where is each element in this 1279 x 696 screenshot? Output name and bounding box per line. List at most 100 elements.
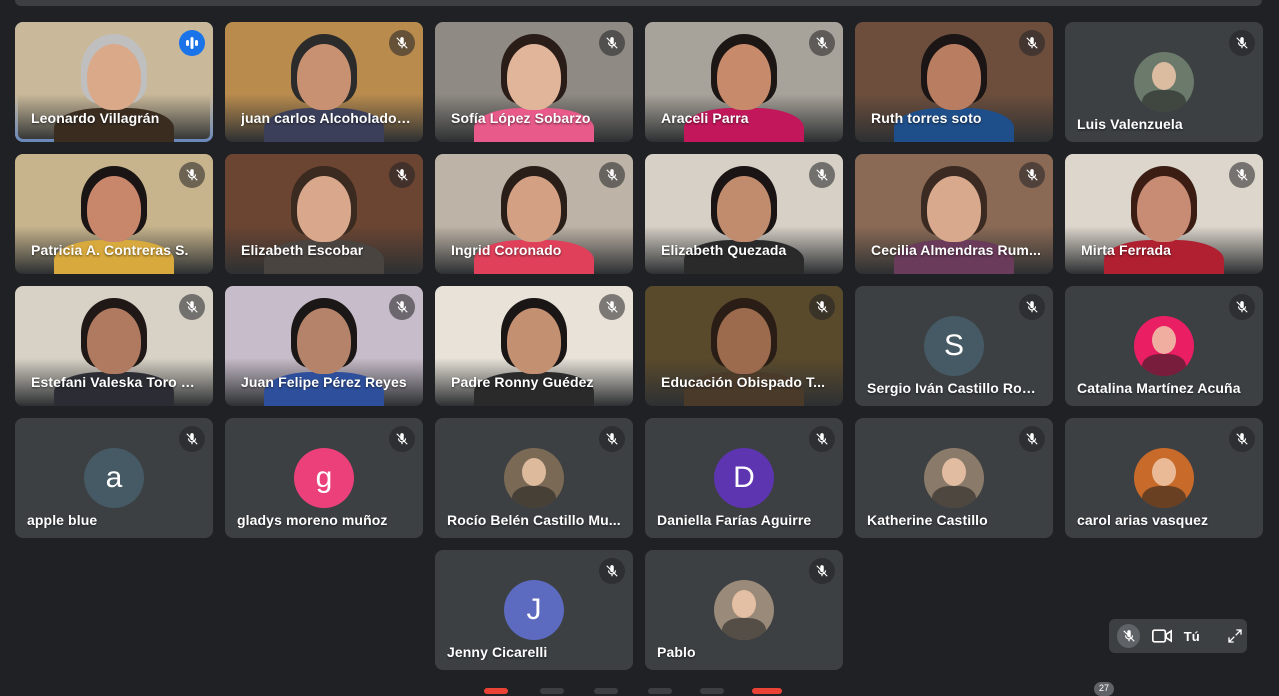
- avatar-photo: [714, 580, 774, 640]
- participant-name: Araceli Parra: [661, 110, 749, 126]
- participant-tile[interactable]: Catalina Martínez Acuña: [1065, 286, 1263, 406]
- mic-off-icon: [1229, 162, 1255, 188]
- participant-tile[interactable]: Rocío Belén Castillo Mu...: [435, 418, 633, 538]
- participant-name: Luis Valenzuela: [1077, 116, 1183, 132]
- top-bar: [15, 0, 1262, 6]
- mic-off-icon[interactable]: [1117, 624, 1141, 648]
- mic-off-icon: [599, 426, 625, 452]
- participant-tile[interactable]: a apple blue: [15, 418, 213, 538]
- mic-off-icon: [1229, 426, 1255, 452]
- mic-off-icon: [809, 162, 835, 188]
- participant-name: Pablo: [657, 644, 696, 660]
- self-view-label: Tú: [1183, 628, 1200, 644]
- participant-name: apple blue: [27, 512, 98, 528]
- mic-off-icon: [389, 162, 415, 188]
- participant-tile[interactable]: g gladys moreno muñoz: [225, 418, 423, 538]
- mic-off-icon: [1019, 162, 1045, 188]
- participant-name: Patricia A. Contreras S.: [31, 242, 189, 258]
- participant-tile[interactable]: Ingrid Coronado: [435, 154, 633, 274]
- participant-tile[interactable]: Educación Obispado T...: [645, 286, 843, 406]
- dock-indicator: [648, 688, 672, 694]
- participant-tile[interactable]: Pablo: [645, 550, 843, 670]
- participant-tile[interactable]: D Daniella Farías Aguirre: [645, 418, 843, 538]
- avatar-letter: g: [294, 448, 354, 508]
- participant-name: Juan Felipe Pérez Reyes: [241, 374, 407, 390]
- participant-name: Cecilia Almendras Rum...: [871, 242, 1041, 258]
- avatar-photo: [1134, 52, 1194, 112]
- participant-name: Catalina Martínez Acuña: [1077, 380, 1241, 396]
- participant-tile[interactable]: Estefani Valeska Toro U...: [15, 286, 213, 406]
- mic-off-icon: [1229, 294, 1255, 320]
- camera-icon[interactable]: [1150, 624, 1173, 648]
- mic-off-icon: [1019, 30, 1045, 56]
- mic-off-icon: [599, 558, 625, 584]
- mic-off-icon: [389, 426, 415, 452]
- avatar-photo: [1134, 316, 1194, 376]
- expand-icon[interactable]: [1224, 624, 1247, 648]
- participant-name: Rocío Belén Castillo Mu...: [447, 512, 621, 528]
- participant-name: Sergio Iván Castillo Rodr...: [867, 380, 1041, 396]
- participant-tile[interactable]: carol arias vasquez: [1065, 418, 1263, 538]
- participant-name: Educación Obispado T...: [661, 374, 826, 390]
- participant-name: juan carlos Alcoholado ...: [241, 110, 411, 126]
- participant-tile[interactable]: Araceli Parra: [645, 22, 843, 142]
- participant-tile[interactable]: Elizabeth Quezada: [645, 154, 843, 274]
- participant-name: Katherine Castillo: [867, 512, 988, 528]
- participant-name: Estefani Valeska Toro U...: [31, 374, 201, 390]
- self-view-panel[interactable]: Tú: [1109, 619, 1247, 653]
- participant-tile[interactable]: Patricia A. Contreras S.: [15, 154, 213, 274]
- mic-off-icon: [1019, 294, 1045, 320]
- participant-count-badge: 27: [1094, 682, 1114, 696]
- mic-off-icon: [1019, 426, 1045, 452]
- dock-indicator: [700, 688, 724, 694]
- participant-tile[interactable]: Cecilia Almendras Rum...: [855, 154, 1053, 274]
- participant-tile[interactable]: Sofía López Sobarzo: [435, 22, 633, 142]
- mic-off-icon: [179, 294, 205, 320]
- mic-off-icon: [809, 426, 835, 452]
- participant-name: gladys moreno muñoz: [237, 512, 388, 528]
- participant-tile[interactable]: Katherine Castillo: [855, 418, 1053, 538]
- participant-name: Elizabeth Quezada: [661, 242, 787, 258]
- dock-indicator: [540, 688, 564, 694]
- participant-tile[interactable]: Elizabeth Escobar: [225, 154, 423, 274]
- participant-tile[interactable]: Luis Valenzuela: [1065, 22, 1263, 142]
- participant-name: Elizabeth Escobar: [241, 242, 364, 258]
- avatar-photo: [1134, 448, 1194, 508]
- participant-tile[interactable]: Leonardo Villagrán: [15, 22, 213, 142]
- mic-off-icon: [809, 294, 835, 320]
- mic-off-icon: [599, 30, 625, 56]
- participant-name: Padre Ronny Guédez: [451, 374, 594, 390]
- mic-off-icon: [599, 294, 625, 320]
- mic-off-icon: [599, 162, 625, 188]
- participant-name: Ingrid Coronado: [451, 242, 562, 258]
- speaking-indicator-icon: [179, 30, 205, 56]
- participant-name: Jenny Cicarelli: [447, 644, 548, 660]
- mic-off-icon: [179, 426, 205, 452]
- participant-name: Sofía López Sobarzo: [451, 110, 591, 126]
- mic-off-icon: [809, 558, 835, 584]
- participant-tile[interactable]: Ruth torres soto: [855, 22, 1053, 142]
- avatar-letter: J: [504, 580, 564, 640]
- participant-tile[interactable]: Juan Felipe Pérez Reyes: [225, 286, 423, 406]
- dock-indicator: [594, 688, 618, 694]
- mic-off-icon: [389, 30, 415, 56]
- mic-off-icon: [1229, 30, 1255, 56]
- participant-tile[interactable]: S Sergio Iván Castillo Rodr...: [855, 286, 1053, 406]
- avatar-letter: D: [714, 448, 774, 508]
- participant-tile[interactable]: J Jenny Cicarelli: [435, 550, 633, 670]
- avatar-photo: [504, 448, 564, 508]
- mic-off-icon: [179, 162, 205, 188]
- participant-name: Ruth torres soto: [871, 110, 982, 126]
- dock-indicator: [484, 688, 508, 694]
- participant-name: Leonardo Villagrán: [31, 110, 160, 126]
- avatar-letter: S: [924, 316, 984, 376]
- participant-tile[interactable]: juan carlos Alcoholado ...: [225, 22, 423, 142]
- avatar-letter: a: [84, 448, 144, 508]
- participant-name: Mirta Ferrada: [1081, 242, 1171, 258]
- mic-off-icon: [389, 294, 415, 320]
- participant-tile[interactable]: Mirta Ferrada: [1065, 154, 1263, 274]
- participant-name: Daniella Farías Aguirre: [657, 512, 812, 528]
- participant-tile[interactable]: Padre Ronny Guédez: [435, 286, 633, 406]
- mic-off-icon: [809, 30, 835, 56]
- participant-name: carol arias vasquez: [1077, 512, 1209, 528]
